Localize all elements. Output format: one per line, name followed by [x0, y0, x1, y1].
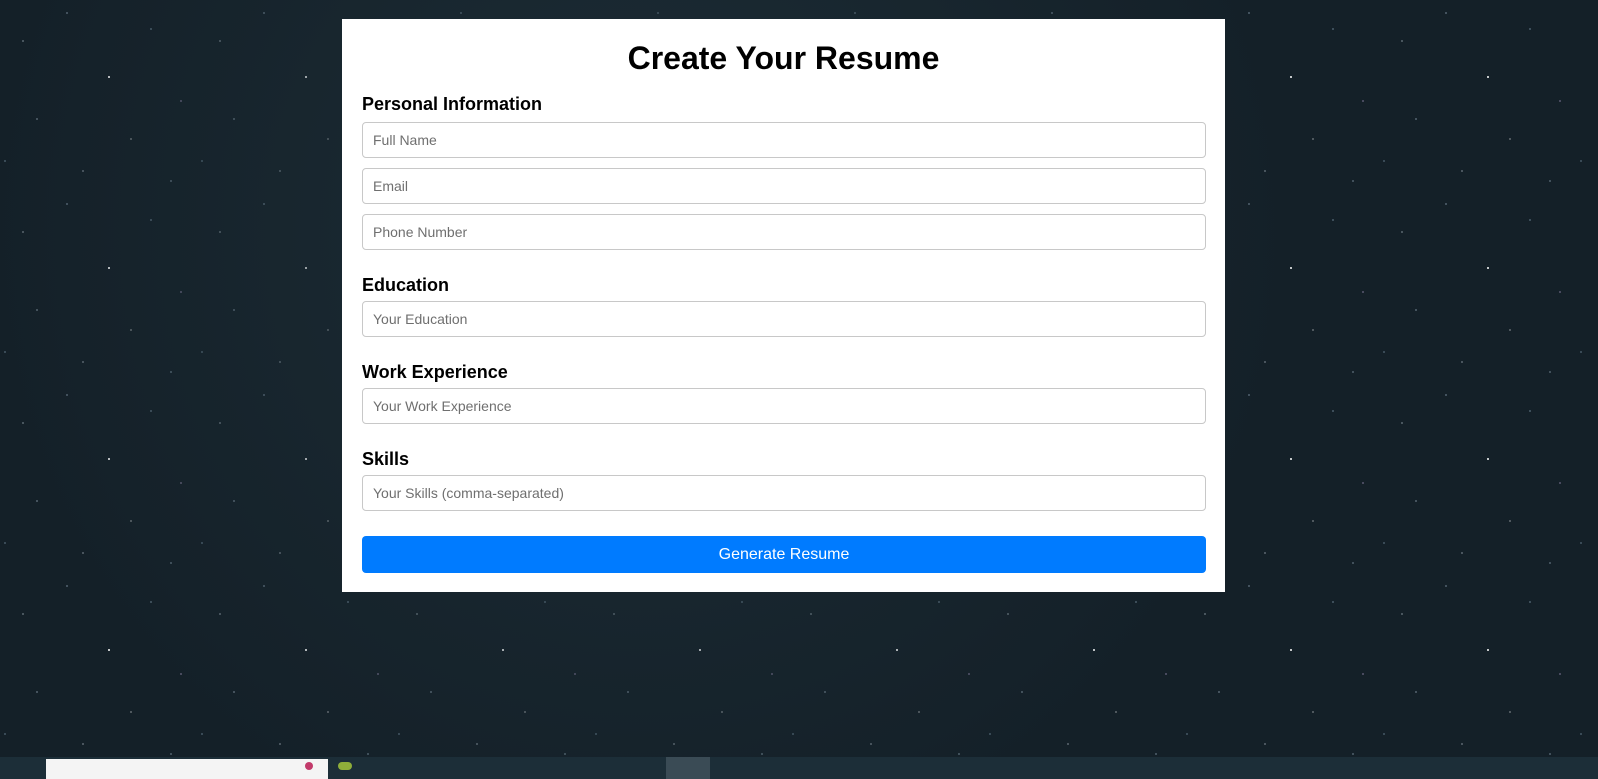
section-title-work-experience: Work Experience — [362, 362, 508, 382]
taskbar-window-preview[interactable] — [46, 759, 352, 779]
page-title: Create Your Resume — [627, 40, 940, 76]
resume-form-panel: Create Your Resume Personal Information … — [342, 19, 1225, 592]
section-title-skills: Skills — [362, 449, 410, 469]
taskbar-active-item[interactable] — [666, 757, 710, 779]
section-title-personal-information: Personal Information — [362, 94, 543, 114]
full-name-input[interactable] — [362, 122, 1206, 158]
phone-number-input[interactable] — [362, 214, 1206, 250]
work-experience-input[interactable] — [362, 388, 1206, 424]
app-icon — [338, 762, 352, 770]
email-input[interactable] — [362, 168, 1206, 204]
skills-input[interactable] — [362, 475, 1206, 511]
app-icon — [305, 762, 313, 770]
taskbar — [0, 757, 1598, 779]
generate-resume-button[interactable]: Generate Resume — [362, 536, 1206, 573]
section-title-education: Education — [362, 275, 450, 295]
education-input[interactable] — [362, 301, 1206, 337]
